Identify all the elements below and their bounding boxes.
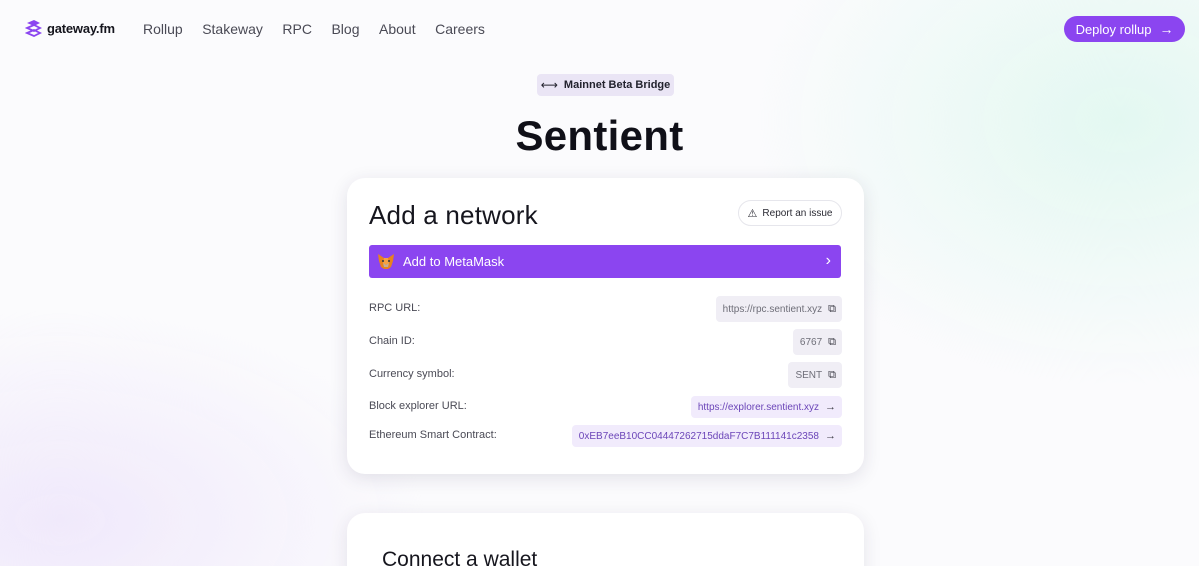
bridge-badge-label: Mainnet Beta Bridge: [563, 79, 671, 91]
block-explorer-value: https://explorer.sentient.xyz: [697, 401, 819, 413]
copy-icon: ⧉: [828, 368, 836, 381]
main-nav: Rollup Stakeway RPC Blog About Careers: [143, 21, 504, 37]
add-to-metamask-label: Add to MetaMask: [403, 254, 505, 269]
add-network-card: Add a network ⚠ Report an issue Add to M…: [347, 178, 864, 474]
currency-symbol-row: Currency symbol: SENT ⧉: [369, 362, 842, 388]
rpc-url-value: https://rpc.sentient.xyz: [722, 303, 823, 315]
nav-blog[interactable]: Blog: [331, 21, 359, 37]
rpc-url-label: RPC URL:: [369, 302, 421, 314]
connect-wallet-title: Connect a wallet: [382, 548, 538, 566]
chevron-right-icon: ›: [825, 252, 831, 269]
nav-about[interactable]: About: [379, 21, 416, 37]
nav-stakeway[interactable]: Stakeway: [202, 21, 263, 37]
nav-careers[interactable]: Careers: [435, 21, 485, 37]
copy-icon: ⧉: [828, 335, 836, 348]
arrow-right-icon: →: [1159, 21, 1174, 37]
smart-contract-value: 0xEB7eeB10CC04447262715ddaF7C7B111141c23…: [578, 430, 819, 442]
logo-text: gateway.fm: [47, 21, 115, 36]
top-navigation: gateway.fm Rollup Stakeway RPC Blog Abou…: [0, 0, 1199, 58]
logo[interactable]: gateway.fm: [25, 19, 115, 38]
chain-id-value: 6767: [799, 336, 823, 348]
block-explorer-row: Block explorer URL: https://explorer.sen…: [369, 394, 842, 420]
report-issue-label: Report an issue: [762, 207, 833, 219]
bridge-badge: ⟷ Mainnet Beta Bridge: [537, 74, 674, 96]
bidirectional-arrow-icon: ⟷: [540, 78, 558, 92]
arrow-right-icon: →: [825, 430, 836, 442]
smart-contract-label: Ethereum Smart Contract:: [369, 429, 497, 441]
currency-symbol-label: Currency symbol:: [369, 368, 455, 380]
page-title: Sentient: [515, 112, 684, 159]
block-explorer-label: Block explorer URL:: [369, 400, 467, 412]
report-issue-button[interactable]: ⚠ Report an issue: [738, 200, 842, 226]
metamask-fox-icon: [378, 254, 394, 269]
currency-symbol-value: SENT: [795, 369, 823, 381]
gateway-logo-icon: [25, 20, 42, 37]
nav-rollup[interactable]: Rollup: [143, 21, 183, 37]
chain-id-label: Chain ID:: [369, 335, 415, 347]
copy-icon: ⧉: [828, 302, 836, 315]
nav-rpc[interactable]: RPC: [282, 21, 312, 37]
chain-id-copy[interactable]: 6767 ⧉: [792, 329, 842, 355]
connect-wallet-card: Connect a wallet: [347, 513, 864, 566]
smart-contract-link[interactable]: 0xEB7eeB10CC04447262715ddaF7C7B111141c23…: [571, 425, 842, 447]
smart-contract-row: Ethereum Smart Contract: 0xEB7eeB10CC044…: [369, 423, 842, 449]
rpc-url-row: RPC URL: https://rpc.sentient.xyz ⧉: [369, 296, 842, 322]
add-to-metamask-button[interactable]: Add to MetaMask ›: [369, 245, 841, 278]
rpc-url-copy[interactable]: https://rpc.sentient.xyz ⧉: [715, 296, 842, 322]
block-explorer-link[interactable]: https://explorer.sentient.xyz →: [690, 396, 842, 418]
chain-id-row: Chain ID: 6767 ⧉: [369, 329, 842, 355]
deploy-rollup-button[interactable]: Deploy rollup →: [1064, 16, 1185, 42]
warning-icon: ⚠: [747, 207, 758, 220]
arrow-right-icon: →: [825, 401, 836, 413]
card-title: Add a network: [369, 200, 538, 230]
currency-symbol-copy[interactable]: SENT ⧉: [788, 362, 842, 388]
deploy-rollup-label: Deploy rollup: [1075, 21, 1152, 37]
